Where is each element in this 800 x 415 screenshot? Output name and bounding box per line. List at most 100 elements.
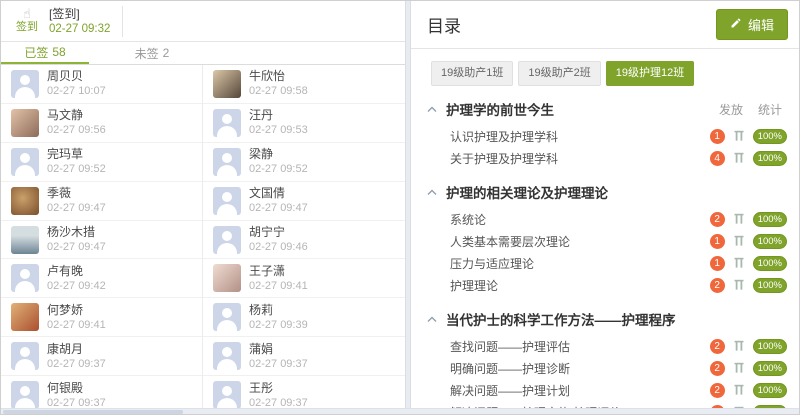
chevron-up-icon[interactable]	[427, 189, 437, 196]
lesson-item[interactable]: 人类基本需要层次理论 1100%	[427, 230, 787, 252]
section-header[interactable]: 护理学的前世今生 发放 统计	[427, 99, 787, 119]
student-grid: 周贝贝02-27 10:07 马文静02-27 09:56 完玛草02-27 0…	[1, 65, 405, 414]
completion-badge: 100%	[753, 256, 787, 271]
activity-time: 02-27 09:32	[49, 22, 110, 37]
completion-badge: 100%	[753, 129, 787, 144]
student-cell[interactable]: 梁静02-27 09:52	[203, 143, 405, 182]
signin-icon-block: ☝ 签到	[11, 6, 43, 34]
chevron-up-icon[interactable]	[427, 106, 437, 113]
edit-button[interactable]: 编辑	[716, 9, 788, 40]
release-count-badge: 1	[710, 234, 725, 249]
lesson-title: 护理理论	[450, 277, 498, 294]
bar-chart-icon[interactable]	[733, 362, 745, 374]
avatar	[11, 303, 39, 331]
student-name: 蒲娟	[249, 342, 308, 357]
bar-chart-icon[interactable]	[733, 130, 745, 142]
student-column-right: 牛欣怡02-27 09:58 汪丹02-27 09:53 梁静02-27 09:…	[203, 65, 405, 414]
toc-section: 当代护士的科学工作方法——护理程序 查找问题——护理评估 2100% 明确问题—…	[427, 309, 787, 414]
student-cell[interactable]: 杨莉02-27 09:39	[203, 298, 405, 337]
app-window: ☝ 签到 [签到] 02-27 09:32 已签 58 未签 2 周贝贝	[0, 0, 800, 415]
tab-signed-label: 已签	[24, 44, 48, 61]
chevron-up-icon[interactable]	[427, 316, 437, 323]
student-cell[interactable]: 完玛草02-27 09:52	[1, 143, 202, 182]
avatar	[11, 226, 39, 254]
section-header[interactable]: 当代护士的科学工作方法——护理程序	[427, 309, 787, 329]
lesson-item[interactable]: 护理理论 2 100%	[427, 274, 787, 296]
student-cell[interactable]: 杨沙木措02-27 09:47	[1, 221, 202, 260]
student-time: 02-27 09:47	[47, 201, 106, 215]
tab-unsigned-count: 2	[163, 46, 170, 60]
class-tab-1[interactable]: 19级助产1班	[431, 61, 513, 86]
student-cell[interactable]: 汪丹02-27 09:53	[203, 104, 405, 143]
section-title: 护理学的前世今生	[446, 99, 554, 119]
release-count-badge: 1	[710, 129, 725, 144]
avatar	[11, 70, 39, 98]
completion-badge: 100%	[753, 151, 787, 166]
student-cell[interactable]: 周贝贝02-27 10:07	[1, 65, 202, 104]
avatar	[213, 148, 241, 176]
lesson-item[interactable]: 关于护理及护理学科 4100%	[427, 147, 787, 169]
bar-chart-icon[interactable]	[733, 257, 745, 269]
tab-unsigned-label: 未签	[135, 45, 159, 62]
student-time: 02-27 10:07	[47, 84, 106, 98]
completion-badge: 100%	[753, 212, 787, 227]
student-cell[interactable]: 胡宁宁02-27 09:46	[203, 221, 405, 260]
release-count-badge: 2	[710, 278, 725, 293]
class-tabs: 19级助产1班 19级助产2班 19级护理12班	[431, 61, 787, 86]
toc-header: 目录 编辑	[411, 1, 799, 49]
student-cell[interactable]: 文国倩02-27 09:47	[203, 182, 405, 221]
activity-title: [签到]	[49, 6, 110, 22]
toc-body: 19级助产1班 19级助产2班 19级护理12班 护理学的前世今生 发放 统计 …	[411, 49, 799, 414]
lesson-item[interactable]: 系统论 2100%	[427, 208, 787, 230]
class-tab-3[interactable]: 19级护理12班	[606, 61, 694, 86]
student-column-left: 周贝贝02-27 10:07 马文静02-27 09:56 完玛草02-27 0…	[1, 65, 203, 414]
release-count-badge: 1	[710, 256, 725, 271]
lesson-item[interactable]: 明确问题——护理诊断 2100%	[427, 357, 787, 379]
lesson-item[interactable]: 查找问题——护理评估 2100%	[427, 335, 787, 357]
lesson-title: 人类基本需要层次理论	[450, 233, 570, 250]
tab-signed[interactable]: 已签 58	[1, 42, 89, 64]
avatar	[11, 148, 39, 176]
lesson-item[interactable]: 压力与适应理论 1100%	[427, 252, 787, 274]
bar-chart-icon[interactable]	[733, 235, 745, 247]
release-count-badge: 2	[710, 361, 725, 376]
student-time: 02-27 09:37	[249, 357, 308, 371]
section-header[interactable]: 护理的相关理论及护理理论	[427, 182, 787, 202]
student-name: 杨沙木措	[47, 225, 106, 240]
student-time: 02-27 09:47	[249, 201, 308, 215]
student-time: 02-27 09:46	[249, 240, 308, 254]
student-cell[interactable]: 牛欣怡02-27 09:58	[203, 65, 405, 104]
lesson-item[interactable]: 认识护理及护理学科 1100%	[427, 125, 787, 147]
bar-chart-icon[interactable]	[733, 279, 745, 291]
student-name: 完玛草	[47, 147, 106, 162]
bar-chart-icon[interactable]	[733, 340, 745, 352]
attendance-tabs: 已签 58 未签 2	[1, 42, 405, 65]
student-name: 卢有晚	[47, 264, 106, 279]
student-name: 王子潇	[249, 264, 308, 279]
student-cell[interactable]: 王子潇02-27 09:41	[203, 259, 405, 298]
lesson-title: 系统论	[450, 211, 486, 228]
horizontal-scrollbar-thumb[interactable]	[3, 410, 183, 414]
tab-signed-count: 58	[52, 45, 65, 59]
edit-button-label: 编辑	[748, 15, 774, 34]
student-cell[interactable]: 蒲娟02-27 09:37	[203, 337, 405, 376]
student-cell[interactable]: 季薇02-27 09:47	[1, 182, 202, 221]
bar-chart-icon[interactable]	[733, 152, 745, 164]
bar-chart-icon[interactable]	[733, 213, 745, 225]
student-name: 汪丹	[249, 108, 308, 123]
student-name: 杨莉	[249, 303, 308, 318]
student-cell[interactable]: 康胡月02-27 09:37	[1, 337, 202, 376]
student-cell[interactable]: 卢有晚02-27 09:42	[1, 259, 202, 298]
student-name: 季薇	[47, 186, 106, 201]
student-cell[interactable]: 何梦娇02-27 09:41	[1, 298, 202, 337]
column-headers: 发放 统计	[719, 101, 787, 118]
avatar	[213, 109, 241, 137]
lesson-title: 解决问题——护理计划	[450, 382, 570, 399]
activity-meta: [签到] 02-27 09:32	[49, 6, 123, 37]
lesson-item[interactable]: 解决问题——护理计划 2100%	[427, 379, 787, 401]
bar-chart-icon[interactable]	[733, 384, 745, 396]
student-cell[interactable]: 马文静02-27 09:56	[1, 104, 202, 143]
completion-badge: 100%	[753, 278, 787, 293]
tab-unsigned[interactable]: 未签 2	[117, 42, 187, 64]
class-tab-2[interactable]: 19级助产2班	[518, 61, 600, 86]
